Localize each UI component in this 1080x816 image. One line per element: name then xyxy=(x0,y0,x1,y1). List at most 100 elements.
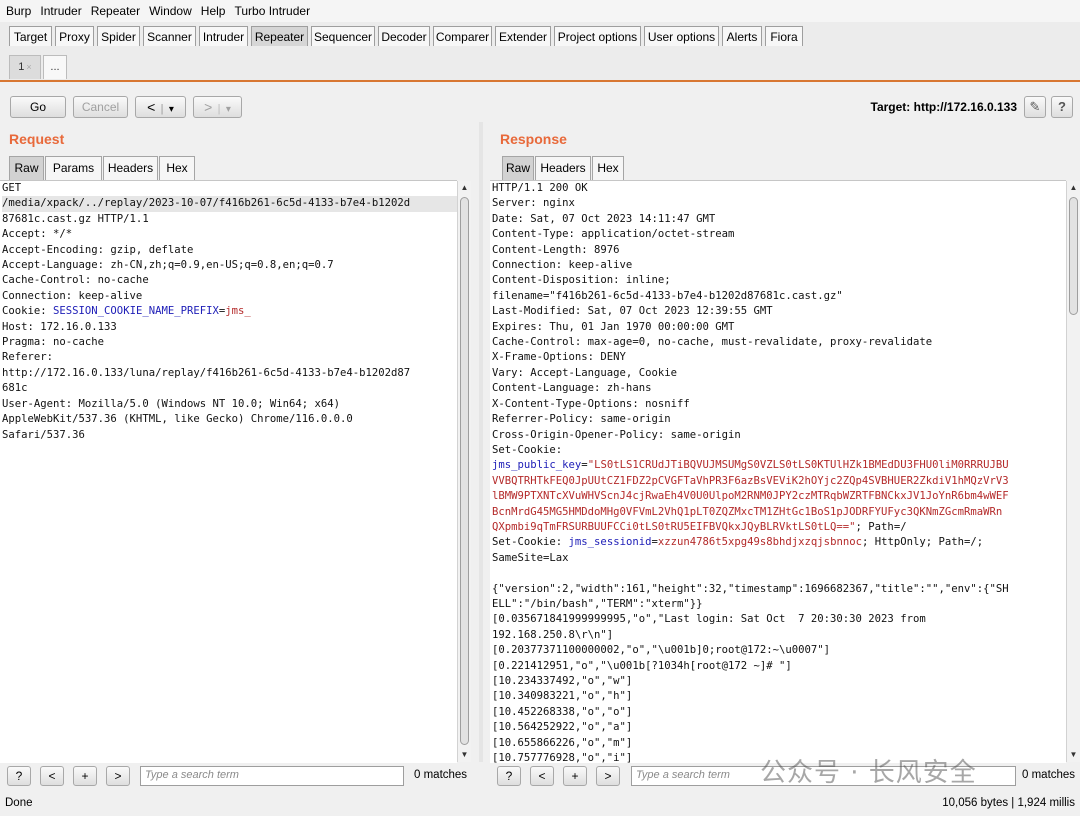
request-text: GET /media/xpack/../replay/2023-10-07/f4… xyxy=(0,181,457,443)
request-search-input[interactable]: Type a search term xyxy=(140,766,404,786)
subtab-1[interactable]: 1 × xyxy=(9,55,41,79)
cookie-attrs: ; HttpOnly; Path=/; xyxy=(861,536,984,549)
response-search-add-button[interactable]: + xyxy=(563,766,587,786)
tab-project-options[interactable]: Project options xyxy=(554,26,641,46)
tab-sequencer[interactable]: Sequencer xyxy=(311,26,375,46)
response-tab-raw[interactable]: Raw xyxy=(502,156,534,180)
tab-extender[interactable]: Extender xyxy=(495,26,551,46)
help-icon: ? xyxy=(1058,99,1066,114)
back-button[interactable]: < | ▾ xyxy=(135,96,186,118)
chevron-down-icon[interactable]: ▾ xyxy=(226,104,231,115)
menu-repeater[interactable]: Repeater xyxy=(85,4,143,18)
response-match-count: 0 matches xyxy=(1022,769,1076,781)
menu-bar: Burp Intruder Repeater Window Help Turbo… xyxy=(0,0,1080,22)
response-line: filename="f416b261-6c5d-4133-b7e4-b1202d… xyxy=(492,289,843,302)
subtab-new[interactable]: ... xyxy=(43,55,67,79)
scroll-down-icon[interactable]: ▼ xyxy=(458,748,471,762)
cookie-value: "LS0tLS1CRUdJTiBQVUJMSUMgS0VZLS0tLS0KTUl… xyxy=(587,459,1009,472)
response-editor[interactable]: HTTP/1.1 200 OK Server: nginx Date: Sat,… xyxy=(490,180,1066,763)
cookie-value: jms_ xyxy=(225,305,251,318)
response-search-prev-button[interactable]: < xyxy=(530,766,554,786)
tab-intruder[interactable]: Intruder xyxy=(199,26,248,46)
response-tab-headers[interactable]: Headers xyxy=(535,156,591,180)
cookie-value: BcnMrdG45MG5HMDdoMHg0VFVmL2VhQ1pLT0ZQZMx… xyxy=(492,505,1003,518)
scroll-thumb[interactable] xyxy=(1069,197,1078,315)
edit-target-button[interactable]: ✎ xyxy=(1024,96,1046,118)
request-editor[interactable]: GET /media/xpack/../replay/2023-10-07/f4… xyxy=(0,180,457,763)
request-line: Connection: keep-alive xyxy=(2,289,143,302)
help-button[interactable]: ? xyxy=(1051,96,1073,118)
tab-comparer[interactable]: Comparer xyxy=(433,26,492,46)
response-line: Connection: keep-alive xyxy=(492,259,633,272)
request-line: Pragma: no-cache xyxy=(2,336,105,349)
tab-fiora[interactable]: Fiora xyxy=(765,26,803,46)
tab-repeater[interactable]: Repeater xyxy=(251,26,308,46)
request-line: Accept-Language: zh-CN,zh;q=0.9,en-US;q=… xyxy=(2,259,334,272)
request-tab-raw[interactable]: Raw xyxy=(9,156,44,180)
request-line: User-Agent: Mozilla/5.0 (Windows NT 10.0… xyxy=(2,397,341,410)
plus-icon: + xyxy=(81,769,89,783)
tab-scanner[interactable]: Scanner xyxy=(143,26,196,46)
request-search-help-button[interactable]: ? xyxy=(7,766,31,786)
forward-button[interactable]: > | ▾ xyxy=(193,96,242,118)
scroll-up-icon[interactable]: ▲ xyxy=(458,181,471,195)
request-search-prev-button[interactable]: < xyxy=(40,766,64,786)
cookie-value: lBMW9PTXNTcXVuWHVScnJ4cjRwaEh4V0U0UlpoM2… xyxy=(492,490,1009,503)
menu-turbo-intruder[interactable]: Turbo Intruder xyxy=(228,4,313,18)
chevron-down-icon[interactable]: ▾ xyxy=(169,104,174,115)
tab-decoder[interactable]: Decoder xyxy=(378,26,430,46)
request-search-add-button[interactable]: + xyxy=(73,766,97,786)
request-search-next-button[interactable]: > xyxy=(106,766,130,786)
menu-help[interactable]: Help xyxy=(195,4,229,18)
request-line: Host: 172.16.0.133 xyxy=(2,320,117,333)
request-line: Referer: xyxy=(2,351,54,364)
response-scrollbar[interactable]: ▲ ▼ xyxy=(1066,181,1080,762)
response-text: HTTP/1.1 200 OK Server: nginx Date: Sat,… xyxy=(490,181,1066,763)
request-match-count: 0 matches xyxy=(414,769,468,781)
request-line: Accept: */* xyxy=(2,228,73,241)
menu-burp[interactable]: Burp xyxy=(0,4,34,18)
response-search-next-button[interactable]: > xyxy=(596,766,620,786)
tab-target[interactable]: Target xyxy=(9,26,52,46)
tab-alerts[interactable]: Alerts xyxy=(722,26,762,46)
response-line: Vary: Accept-Language, Cookie xyxy=(492,366,677,379)
cookie-name: jms_sessionid xyxy=(568,536,652,549)
cancel-button[interactable]: Cancel xyxy=(73,96,128,118)
request-tab-params[interactable]: Params xyxy=(45,156,102,180)
pane-splitter[interactable] xyxy=(479,122,483,762)
tab-spider[interactable]: Spider xyxy=(97,26,140,46)
request-tab-headers[interactable]: Headers xyxy=(103,156,158,180)
scroll-up-icon[interactable]: ▲ xyxy=(1067,181,1080,195)
response-search-help-button[interactable]: ? xyxy=(497,766,521,786)
request-scrollbar[interactable]: ▲ ▼ xyxy=(457,181,471,762)
response-line: Server: nginx xyxy=(492,197,575,210)
tab-user-options[interactable]: User options xyxy=(644,26,719,46)
response-line: [10.340983221,"o","h"] xyxy=(492,690,633,703)
request-line: AppleWebKit/537.36 (KHTML, like Gecko) C… xyxy=(2,413,353,426)
response-line: [10.655866226,"o","m"] xyxy=(492,736,633,749)
back-arrow-icon: < xyxy=(147,99,156,115)
response-view-tabs: Raw Headers Hex xyxy=(502,156,632,180)
menu-intruder[interactable]: Intruder xyxy=(34,4,84,18)
scroll-down-icon[interactable]: ▼ xyxy=(1067,748,1080,762)
menu-window[interactable]: Window xyxy=(143,4,195,18)
watermark: 公众号 · 长风安全 xyxy=(760,758,977,788)
response-tab-hex[interactable]: Hex xyxy=(592,156,624,180)
response-title: Response xyxy=(500,131,567,147)
tool-tabs: Target Proxy Spider Scanner Intruder Rep… xyxy=(0,22,1080,51)
response-line: Content-Language: zh-hans xyxy=(492,382,652,395)
response-line: Cross-Origin-Opener-Policy: same-origin xyxy=(492,428,741,441)
scroll-thumb[interactable] xyxy=(460,197,469,745)
request-line: http://172.16.0.133/luna/replay/f416b261… xyxy=(2,366,411,379)
request-tab-hex[interactable]: Hex xyxy=(159,156,195,180)
response-line: Content-Length: 8976 xyxy=(492,243,620,256)
cookie-value: xzzun4786t5xpg49s8bhdjxzqjsbnnoc xyxy=(657,536,862,549)
request-line: 681c xyxy=(2,382,28,395)
toolbar: Go Cancel < | ▾ > | ▾ Target: http://172… xyxy=(0,82,1080,128)
go-button[interactable]: Go xyxy=(10,96,66,118)
response-line: [0.221412951,"o","\u001b[?1034h[root@172… xyxy=(492,659,792,672)
close-icon[interactable]: × xyxy=(26,62,31,72)
tab-proxy[interactable]: Proxy xyxy=(55,26,94,46)
previous-icon: < xyxy=(48,769,56,783)
cookie-value: QXpmbi9qTmFRSURBUUFCCi0tLS0tRU5EIFBVQkxJ… xyxy=(492,520,856,533)
